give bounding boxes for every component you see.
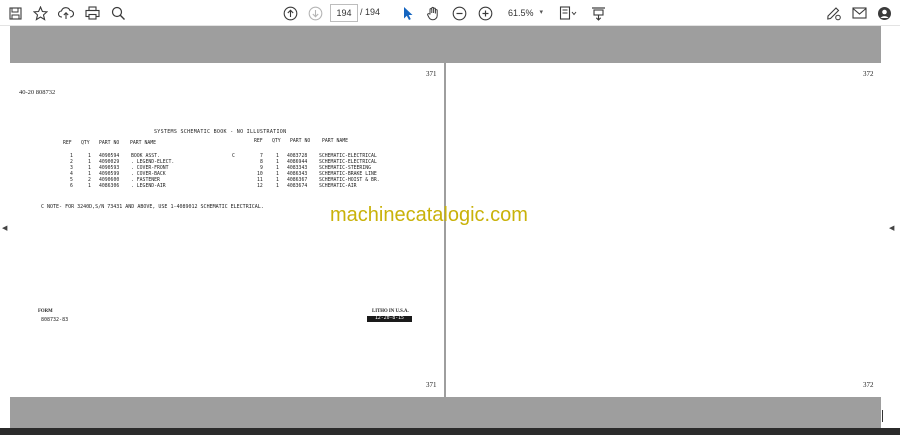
- page-fit-icon[interactable]: [558, 3, 578, 23]
- page-down-icon[interactable]: [305, 3, 325, 23]
- annotate-sign-icon[interactable]: [824, 3, 844, 23]
- taskbar-strip: [0, 428, 900, 435]
- col-header: REF: [254, 139, 263, 144]
- sheet-id: 40-20 808732: [19, 89, 56, 96]
- total-pages: 194: [365, 7, 381, 17]
- zoom-out-icon[interactable]: [449, 3, 469, 23]
- page-number-bottom: 371: [426, 381, 437, 389]
- page-separator: /: [360, 7, 363, 17]
- litho-date: 12-20-8-15: [367, 316, 412, 322]
- save-icon[interactable]: [5, 3, 25, 23]
- note-text: C NOTE- FOR 3240D,S/N 73431 AND ABOVE, U…: [41, 204, 264, 210]
- page-number-input[interactable]: [330, 4, 358, 22]
- form-label: FORM: [38, 309, 53, 314]
- document-title: SYSTEMS SCHEMATIC BOOK - NO ILLUSTRATION: [154, 129, 287, 135]
- form-code: 808732-83: [41, 317, 69, 323]
- collapse-left-arrow-icon[interactable]: ◀: [2, 224, 7, 232]
- account-icon[interactable]: [874, 3, 894, 23]
- page-number-top: 372: [863, 70, 874, 78]
- watermark-text: machinecatalogic.com: [330, 204, 528, 226]
- col-header: PART NAME: [130, 141, 156, 146]
- page-number-top: 371: [426, 70, 437, 78]
- col-header: REF: [63, 141, 72, 146]
- col-header: PART NO: [290, 139, 311, 144]
- change-marker: C: [232, 154, 235, 159]
- col-header: QTY: [272, 139, 281, 144]
- zoom-in-icon[interactable]: [475, 3, 495, 23]
- email-icon[interactable]: [849, 3, 869, 23]
- bookmark-star-icon[interactable]: [30, 3, 50, 23]
- hand-pan-icon[interactable]: [423, 3, 443, 23]
- col-header: PART NAME: [322, 139, 348, 144]
- zoom-search-icon[interactable]: [108, 3, 128, 23]
- zoom-select[interactable]: 61.5% ▾: [501, 4, 547, 22]
- scrollbar-thumb[interactable]: [882, 410, 883, 422]
- print-icon[interactable]: [82, 3, 102, 23]
- chevron-down-icon: ▾: [539, 9, 543, 16]
- upload-cloud-icon[interactable]: [56, 3, 76, 23]
- page-number-bottom: 372: [863, 381, 874, 389]
- scroll-mode-icon[interactable]: [588, 3, 608, 23]
- collapse-right-arrow-icon[interactable]: ◀: [889, 224, 894, 232]
- page-up-icon[interactable]: [280, 3, 300, 23]
- col-header: QTY: [81, 141, 90, 146]
- litho-label: LITHO IN U.S.A.: [372, 309, 409, 314]
- zoom-value: 61.5%: [508, 8, 534, 18]
- page-371: 371 40-20 808732 SYSTEMS SCHEMATIC BOOK …: [10, 63, 444, 397]
- toolbar: / 194 61.5% ▾: [0, 0, 900, 26]
- select-cursor-icon[interactable]: [398, 3, 418, 23]
- page-count: / 194: [360, 7, 380, 17]
- col-header: PART NO: [99, 141, 120, 146]
- page-372: 372 372: [446, 63, 881, 397]
- document-viewport[interactable]: 371 40-20 808732 SYSTEMS SCHEMATIC BOOK …: [10, 26, 881, 428]
